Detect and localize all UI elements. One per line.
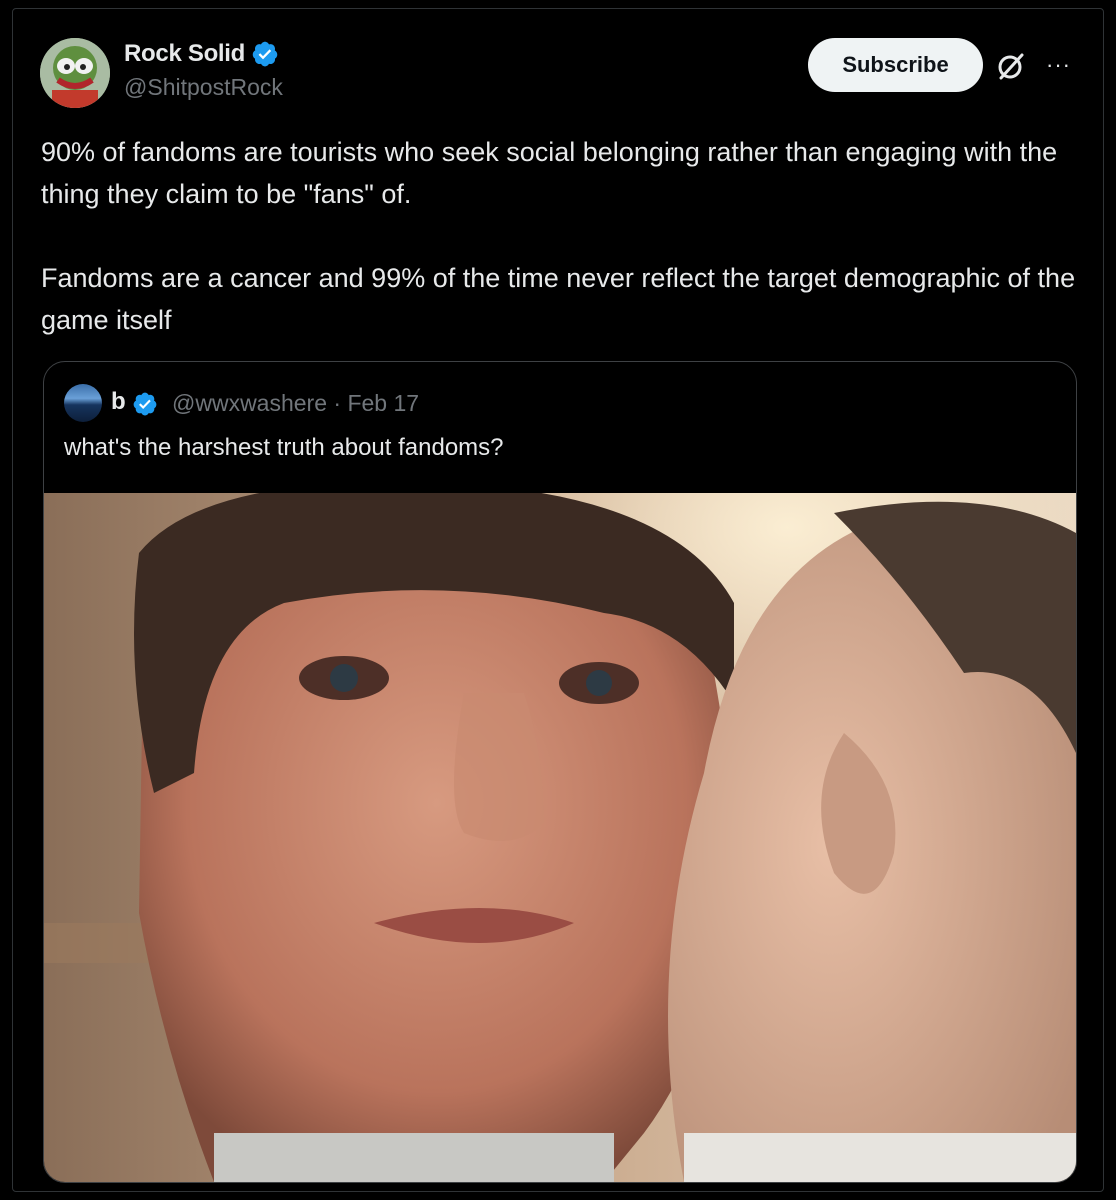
author-name-row[interactable]: Rock Solid <box>124 40 279 68</box>
quoted-post-text: what's the harshest truth about fandoms? <box>64 434 504 461</box>
subscribe-button[interactable]: Subscribe <box>808 38 983 92</box>
verified-badge-icon <box>252 41 278 67</box>
author-handle[interactable]: @ShitpostRock <box>124 74 283 101</box>
quoted-post[interactable]: b @wwxwashere · Feb 17 what's the harshe… <box>43 361 1077 1183</box>
quoted-media-image[interactable] <box>44 493 1076 1182</box>
post-text: 90% of fandoms are tourists who seek soc… <box>41 131 1081 341</box>
author-avatar[interactable] <box>40 38 110 108</box>
quoted-handle-date[interactable]: @wwxwashere · Feb 17 <box>172 390 419 417</box>
post-paragraph: Fandoms are a cancer and 99% of the time… <box>41 263 1076 335</box>
more-icon[interactable]: ··· <box>1046 52 1071 78</box>
quoted-author-avatar[interactable] <box>64 384 102 422</box>
quoted-author-name[interactable]: b <box>111 388 126 416</box>
grok-icon[interactable] <box>995 50 1027 82</box>
verified-badge-icon <box>133 392 157 416</box>
author-display-name[interactable]: Rock Solid <box>124 40 245 68</box>
post-paragraph: 90% of fandoms are tourists who seek soc… <box>41 137 1058 209</box>
